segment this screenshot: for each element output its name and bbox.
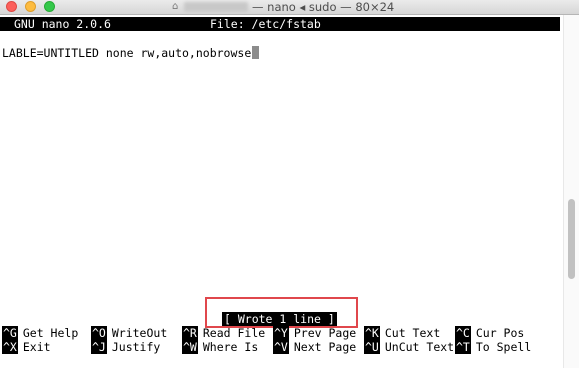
close-window-button[interactable] [6,1,17,12]
shortcut-label: Get Help [22,326,79,340]
shortcut-key: ^R [182,326,198,340]
nano-version: GNU nano 2.0.6 [14,17,111,31]
shortcut-next-page[interactable]: ^V Next Page [273,340,356,354]
shortcut-key: ^G [2,326,18,340]
shortcut-cut-text[interactable]: ^K Cut Text [364,326,440,340]
nano-header-bar: GNU nano 2.0.6 File: /etc/fstab [0,17,560,31]
shortcut-cur-pos[interactable]: ^C Cur Pos [455,326,524,340]
window-title: — nano ◂ sudo — 80×24 [252,0,395,14]
shortcut-label: UnCut Text [384,340,455,354]
text-cursor [252,46,260,59]
shortcut-key: ^T [455,340,471,354]
shortcut-justify[interactable]: ^J Justify [91,340,160,354]
scrollbar-thumb[interactable] [568,199,575,279]
maximize-window-button[interactable] [44,1,55,12]
status-message: [ Wrote 1 line ] [222,312,337,326]
shortcut-label: Prev Page [293,326,357,340]
shortcut-key: ^K [364,326,380,340]
shortcut-label: To Spell [475,340,532,354]
shortcut-key: ^C [455,326,471,340]
shortcut-label: Justify [111,340,161,354]
shortcut-key: ^U [364,340,380,354]
shortcut-label: Next Page [293,340,357,354]
shortcut-read-file[interactable]: ^R Read File [182,326,265,340]
minimize-window-button[interactable] [25,1,36,12]
editor-text-line[interactable]: LABLE=UNTITLED none rw,auto,nobrowse [2,46,260,60]
shortcut-label: WriteOut [111,326,168,340]
shortcut-label: Where Is [202,340,259,354]
shortcut-key: ^O [91,326,107,340]
editor-line-text: LABLE=UNTITLED none rw,auto,nobrowse [2,46,252,60]
shortcut-label: Read File [202,326,266,340]
shortcut-key: ^X [2,340,18,354]
shortcut-label: Exit [22,340,51,354]
shortcut-key: ^J [91,340,107,354]
shortcut-get-help[interactable]: ^G Get Help [2,326,78,340]
home-folder-icon: ⌂ [172,1,179,12]
shortcut-label: Cur Pos [475,326,525,340]
shortcut-uncut-text[interactable]: ^U UnCut Text [364,340,454,354]
shortcut-key: ^V [273,340,289,354]
shortcut-prev-page[interactable]: ^Y Prev Page [273,326,356,340]
shortcut-where-is[interactable]: ^W Where Is [182,340,258,354]
redacted-username [184,2,248,12]
shortcut-key: ^Y [273,326,289,340]
nano-filename: File: /etc/fstab [210,17,321,31]
shortcut-exit[interactable]: ^X Exit [2,340,51,354]
shortcut-key: ^W [182,340,198,354]
shortcut-writeout[interactable]: ^O WriteOut [91,326,167,340]
shortcut-to-spell[interactable]: ^T To Spell [455,340,531,354]
shortcut-label: Cut Text [384,326,441,340]
window-titlebar[interactable]: ⌂ — nano ◂ sudo — 80×24 [0,0,579,15]
vertical-scrollbar[interactable] [563,15,579,368]
